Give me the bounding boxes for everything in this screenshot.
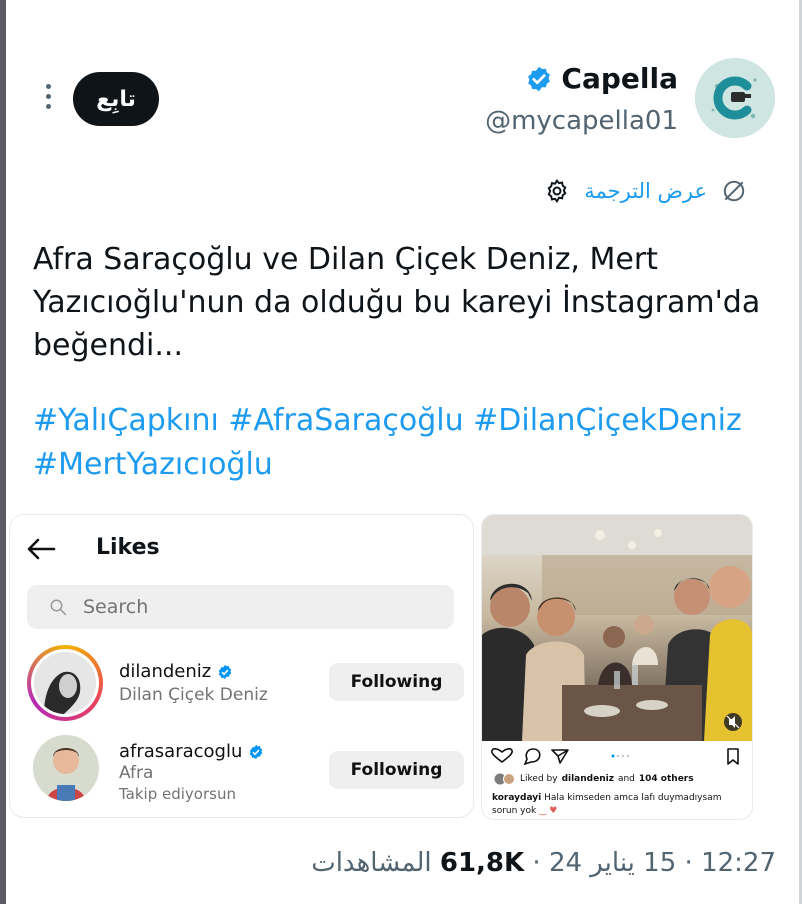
user-handle[interactable]: @mycapella01	[485, 106, 678, 136]
username: dilandeniz	[119, 661, 233, 682]
avatar	[494, 773, 515, 785]
separator-dot: ·	[524, 848, 541, 878]
heart-icon	[491, 748, 513, 764]
views-count: 61,8K	[439, 848, 525, 878]
views-label: المشاهدات	[311, 848, 432, 878]
tweet-hashtags[interactable]: #YalıÇapkını #AfraSaraçoğlu #DilanÇiçekD…	[33, 399, 793, 487]
tweet-meta: 12:27 · 15 يناير 24 · 61,8K المشاهدات	[311, 848, 776, 878]
bookmark-icon	[727, 748, 739, 765]
list-item: afrasaracoglu Afra Takip ediyorsun Follo…	[27, 733, 467, 813]
back-arrow-icon	[27, 538, 56, 560]
avatar	[33, 735, 99, 801]
globe-translate-icon	[723, 180, 745, 202]
comment-icon	[523, 748, 541, 766]
follow-status: Takip ediyorsun	[119, 785, 236, 803]
instagram-post-media[interactable]: Liked by dilandeniz and 104 others koray…	[482, 515, 752, 819]
list-item: dilandeniz Dilan Çiçek Deniz Following	[27, 645, 467, 725]
avatar	[27, 645, 103, 721]
search-input: Search	[27, 585, 454, 629]
post-comment: koraydayi Hala kimseden amca lafı duymad…	[492, 793, 722, 816]
tweet-time[interactable]: 12:27	[701, 848, 776, 878]
username: afrasaracoglu	[119, 741, 264, 762]
tweet-date[interactable]: 15 يناير 24	[549, 848, 676, 878]
more-options-icon[interactable]	[40, 84, 56, 114]
post-action-icons	[491, 748, 739, 766]
emoji-icons: ‿ ♥	[539, 806, 558, 816]
search-placeholder: Search	[83, 596, 149, 618]
follow-button[interactable]: تابِع	[73, 72, 159, 126]
display-name: Capella	[561, 62, 678, 95]
group-photo	[482, 515, 752, 741]
translate-link[interactable]: عرض الترجمة	[584, 179, 707, 203]
search-icon	[50, 599, 67, 616]
verified-badge-icon	[250, 744, 263, 759]
separator-dot: ·	[676, 848, 693, 878]
liked-by-line: Liked by dilandeniz and 104 others	[494, 773, 694, 785]
verified-badge-icon	[219, 664, 232, 679]
following-button: Following	[329, 751, 464, 789]
following-button: Following	[329, 663, 464, 701]
avatar[interactable]	[695, 58, 775, 138]
settings-gear-icon[interactable]	[544, 178, 570, 204]
share-icon	[551, 749, 569, 764]
verified-badge-icon	[528, 66, 551, 91]
full-name: Afra	[119, 763, 154, 783]
likes-screenshot-media[interactable]: Likes Search dilandeniz Dilan Çiçek Deni…	[10, 515, 473, 817]
likes-title: Likes	[96, 535, 160, 560]
tweet-text: Afra Saraçoğlu ve Dilan Çiçek Deniz, Mer…	[33, 242, 761, 363]
capella-logo-icon	[695, 58, 775, 138]
translate-row: عرض الترجمة	[544, 178, 747, 204]
window-edge-left	[0, 0, 6, 904]
display-name-row[interactable]: Capella	[525, 62, 678, 95]
full-name: Dilan Çiçek Deniz	[119, 685, 268, 705]
